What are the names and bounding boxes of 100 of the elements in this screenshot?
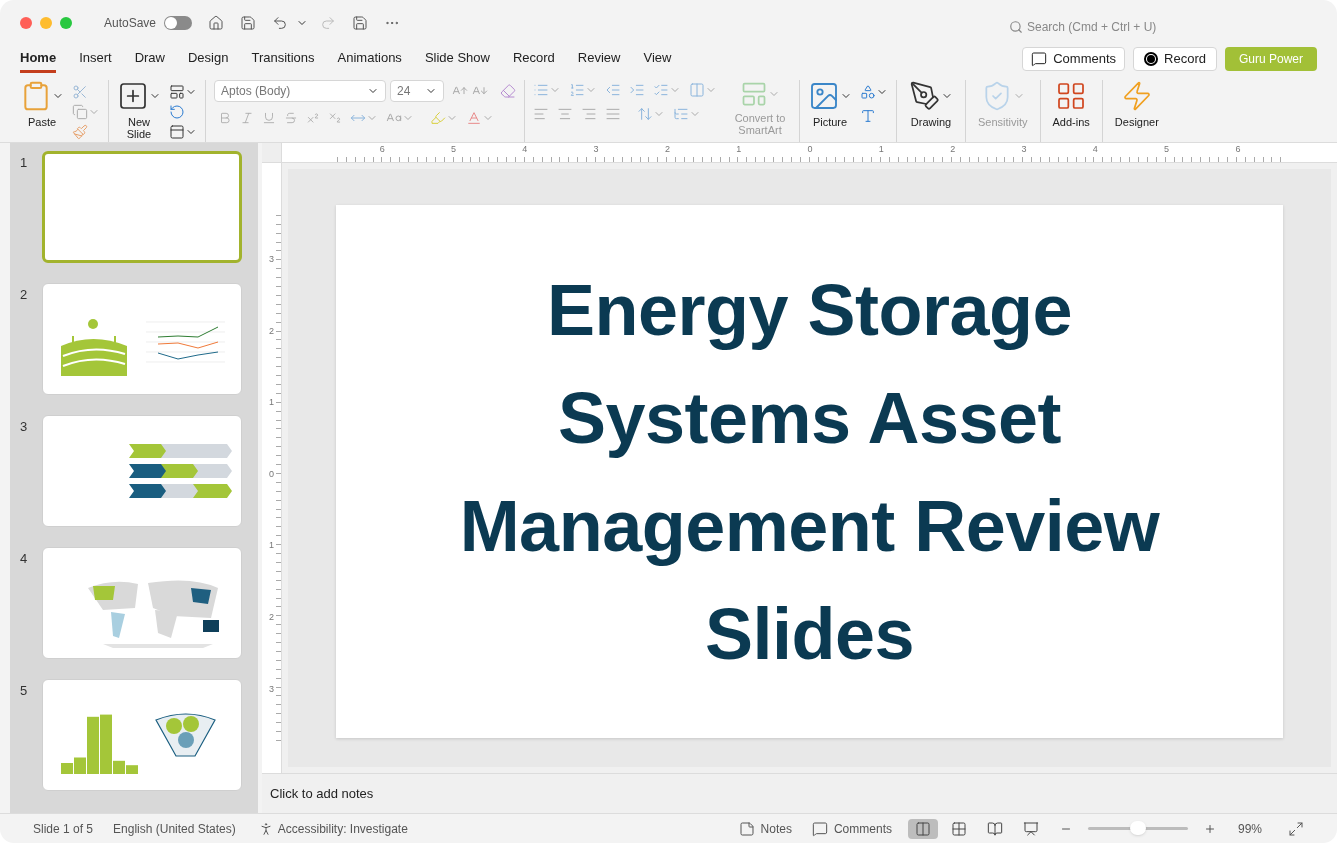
ribbon-tab[interactable]: Home bbox=[20, 44, 57, 74]
ruler-number: 0 bbox=[806, 143, 814, 156]
picture-icon bbox=[808, 80, 840, 112]
ribbon-button-label: Paste bbox=[27, 116, 57, 128]
ribbon-tab[interactable]: Slide Show bbox=[424, 44, 490, 74]
sorter-view-icon[interactable] bbox=[950, 820, 967, 837]
addins-button[interactable]: Add-ins bbox=[1048, 80, 1094, 128]
zoom-level[interactable]: 99% bbox=[1237, 819, 1262, 838]
comment-icon bbox=[1031, 51, 1048, 67]
ribbon-button-label: Designer bbox=[1114, 116, 1159, 128]
smartart-icon[interactable] bbox=[740, 80, 768, 108]
superscript-icon[interactable] bbox=[306, 111, 320, 125]
ruler-number: 2 bbox=[663, 143, 671, 156]
ribbon-button-label: Add-ins bbox=[1052, 116, 1090, 128]
paste-button[interactable]: Paste bbox=[20, 80, 64, 128]
slide-canvas[interactable]: Energy Storage Systems Asset Management Review Slides bbox=[336, 205, 1283, 738]
comments-status-button[interactable]: Comments bbox=[811, 819, 892, 838]
bullets-icon[interactable] bbox=[533, 82, 549, 98]
subscript-icon[interactable] bbox=[328, 111, 342, 125]
ruler-number: 0 bbox=[268, 467, 275, 481]
columns-icon[interactable] bbox=[689, 82, 705, 98]
ribbon-tab[interactable]: View bbox=[643, 44, 672, 74]
comments-button[interactable]: Comments bbox=[1022, 47, 1126, 71]
autosave-label: AutoSave bbox=[104, 15, 157, 32]
slideshow-view-icon[interactable] bbox=[1022, 820, 1039, 837]
normal-view-button[interactable] bbox=[907, 818, 938, 839]
accessibility-label[interactable]: Accessibility: Investigate bbox=[277, 819, 408, 838]
decrease-indent-icon[interactable] bbox=[605, 82, 621, 98]
italic-icon[interactable] bbox=[240, 111, 254, 125]
font-size-field[interactable]: 24 bbox=[390, 80, 444, 102]
ribbon-tab[interactable]: Transitions bbox=[251, 44, 315, 74]
drawing-button[interactable]: Drawing bbox=[905, 80, 957, 128]
save-as-icon[interactable] bbox=[352, 15, 369, 31]
ribbon-tab[interactable]: Design bbox=[188, 44, 229, 74]
align-right-icon[interactable] bbox=[581, 106, 597, 122]
copy-icon[interactable] bbox=[72, 104, 88, 120]
align-text-icon[interactable] bbox=[673, 106, 689, 122]
cut-icon[interactable] bbox=[72, 84, 88, 100]
text-direction-icon[interactable] bbox=[637, 106, 653, 122]
ribbon-button-label: Convert to SmartArt bbox=[733, 112, 787, 136]
zoom-slider-thumb[interactable] bbox=[1129, 821, 1146, 835]
redo-icon[interactable] bbox=[320, 15, 337, 31]
record-button[interactable]: Record bbox=[1133, 47, 1217, 71]
strikethrough-icon[interactable] bbox=[284, 111, 298, 125]
ribbon-tab[interactable]: Review bbox=[577, 44, 621, 74]
ruler-number: 3 bbox=[592, 143, 600, 156]
notes-field[interactable]: Click to add notes bbox=[270, 783, 1329, 804]
align-left-icon[interactable] bbox=[533, 106, 549, 122]
designer-button[interactable]: Designer bbox=[1110, 80, 1163, 128]
new-slide-icon bbox=[117, 80, 149, 112]
ribbon-button-label: Drawing bbox=[910, 116, 952, 128]
comment-icon bbox=[811, 820, 828, 837]
search-field[interactable]: Search (Cmd + Ctrl + U) bbox=[1009, 18, 1187, 36]
slide-thumbnail[interactable] bbox=[42, 283, 242, 395]
save-icon[interactable] bbox=[240, 15, 257, 31]
slide-thumbnail[interactable] bbox=[42, 547, 242, 659]
highlighter-icon[interactable] bbox=[430, 110, 446, 126]
layout-icon[interactable] bbox=[169, 84, 185, 100]
slide-number: 3 bbox=[20, 418, 29, 436]
slide-thumbnail[interactable] bbox=[42, 151, 242, 263]
numbering-icon[interactable] bbox=[569, 82, 585, 98]
section-icon[interactable] bbox=[169, 124, 185, 140]
bold-icon[interactable] bbox=[218, 111, 232, 125]
format-painter-icon[interactable] bbox=[72, 124, 88, 140]
align-center-icon[interactable] bbox=[557, 106, 573, 122]
clear-format-icon[interactable] bbox=[500, 83, 516, 99]
ribbon-tab[interactable]: Insert bbox=[79, 44, 112, 74]
picture-button[interactable]: Picture bbox=[808, 80, 852, 128]
font-color-icon[interactable] bbox=[466, 110, 482, 126]
ruler-number: 5 bbox=[1163, 143, 1171, 156]
ribbon-tab[interactable]: Animations bbox=[337, 44, 402, 74]
text-box-icon[interactable] bbox=[860, 108, 876, 124]
normal-view-icon[interactable] bbox=[914, 820, 931, 837]
search-icon bbox=[1009, 20, 1023, 34]
slide-number: 2 bbox=[20, 286, 29, 304]
justify-icon[interactable] bbox=[605, 106, 621, 122]
line-spacing-icon[interactable] bbox=[653, 82, 669, 98]
home-icon[interactable] bbox=[208, 15, 225, 31]
font-field[interactable]: Aptos (Body) bbox=[214, 80, 386, 102]
increase-indent-icon[interactable] bbox=[629, 82, 645, 98]
new-slide-button[interactable]: New Slide bbox=[117, 80, 161, 140]
reading-view-icon[interactable] bbox=[986, 820, 1003, 837]
underline-icon[interactable] bbox=[262, 111, 276, 125]
slide-thumbnail[interactable] bbox=[42, 415, 242, 527]
autosave-toggle[interactable] bbox=[164, 16, 193, 30]
shapes-icon[interactable] bbox=[860, 84, 876, 100]
reset-icon[interactable] bbox=[169, 104, 185, 120]
pen-icon bbox=[909, 80, 941, 112]
notes-button[interactable]: Notes bbox=[738, 819, 792, 838]
ribbon-tab[interactable]: Draw bbox=[134, 44, 165, 74]
slide-thumbnail[interactable] bbox=[42, 679, 242, 791]
ruler-number: 2 bbox=[268, 610, 275, 624]
ruler-number: 1 bbox=[735, 143, 743, 156]
language-label[interactable]: English (United States) bbox=[113, 819, 236, 838]
undo-icon[interactable] bbox=[272, 15, 289, 31]
slide-number: 5 bbox=[20, 682, 29, 700]
ribbon-button-label: Sensitivity bbox=[978, 116, 1028, 128]
ruler-number: 4 bbox=[521, 143, 529, 156]
ruler-number: 6 bbox=[1234, 143, 1242, 156]
ribbon-tab[interactable]: Record bbox=[512, 44, 555, 74]
